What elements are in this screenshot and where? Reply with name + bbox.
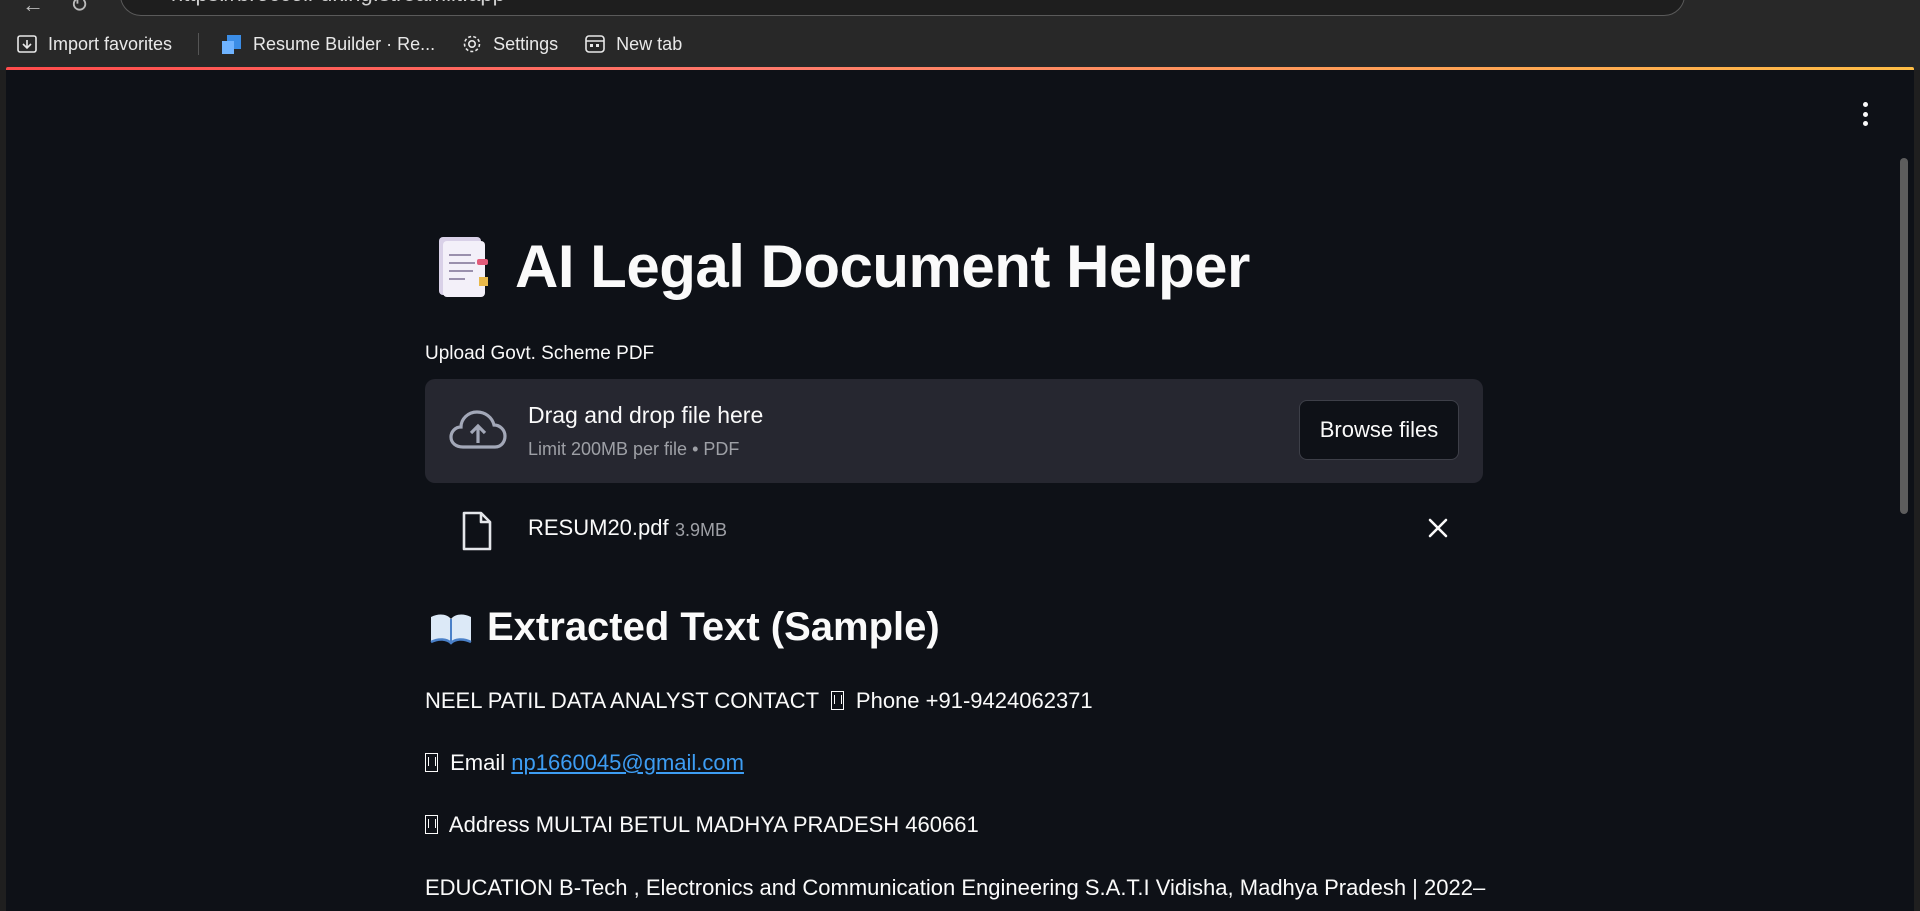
email-label: Email	[450, 750, 506, 775]
extracted-line-contact: NEEL PATIL DATA ANALYST CONTACT Phone +9…	[425, 688, 1093, 714]
bookmark-label: Resume Builder · Re...	[253, 33, 436, 54]
extracted-text-heading: Extracted Text (Sample)	[429, 605, 940, 650]
page-title: AI Legal Document Helper	[437, 232, 1250, 301]
page-title-text: AI Legal Document Helper	[515, 233, 1250, 300]
bookmark-import-favorites[interactable]: Import favorites	[16, 33, 172, 55]
uploaded-file-row: RESUM20.pdf 3.9MB	[425, 501, 1483, 555]
scrollbar-thumb[interactable]	[1900, 158, 1908, 514]
extracted-heading-text: Extracted Text (Sample)	[487, 605, 940, 649]
uploaded-file-name: RESUM20.pdf	[528, 515, 669, 540]
open-book-icon	[430, 614, 472, 645]
bookmark-label: Import favorites	[48, 33, 173, 54]
bookmark-separator	[198, 33, 200, 55]
import-icon	[17, 35, 37, 53]
main-menu-button[interactable]	[1860, 102, 1870, 126]
missing-glyph-icon	[830, 691, 844, 710]
dropzone-title: Drag and drop file here	[528, 402, 764, 428]
extracted-line-education: EDUCATION B-Tech , Electronics and Commu…	[425, 875, 1486, 900]
contact-text: NEEL PATIL DATA ANALYST CONTACT	[425, 688, 819, 713]
missing-glyph-icon	[425, 815, 438, 834]
uploader-label: Upload Govt. Scheme PDF	[425, 343, 655, 364]
address-text: Address MULTAI BETUL MADHYA PRADESH 4606…	[448, 812, 979, 837]
browse-files-button[interactable]: Browse files	[1299, 400, 1459, 460]
missing-glyph-icon	[425, 753, 438, 772]
dot	[1862, 102, 1868, 107]
extracted-line-email: Email np1660045@gmail.com	[425, 750, 744, 776]
email-link[interactable]: np1660045@gmail.com	[511, 750, 744, 775]
dot	[1862, 111, 1868, 117]
cloud-upload-icon	[449, 410, 507, 449]
dot	[1862, 121, 1868, 126]
uploaded-file-size: 3.9MB	[675, 520, 728, 540]
refresh-icon[interactable]: ↻	[70, 0, 88, 18]
content-column: AI Legal Document Helper Upload Govt. Sc…	[425, 0, 1486, 911]
file-dropzone[interactable]: Drag and drop file here Limit 200MB per …	[425, 379, 1483, 483]
extracted-line-address: Address MULTAI BETUL MADHYA PRADESH 4606…	[425, 812, 979, 838]
resume-builder-favicon	[222, 35, 242, 54]
document-icon	[439, 236, 488, 297]
back-arrow-icon[interactable]: ←	[22, 0, 44, 18]
file-icon	[462, 511, 492, 551]
phone-text: Phone +91-9424062371	[855, 688, 1093, 713]
bookmark-resume-builder[interactable]: Resume Builder · Re...	[221, 33, 435, 55]
remove-file-button[interactable]	[1423, 513, 1453, 543]
dropzone-limit: Limit 200MB per file • PDF	[528, 439, 740, 459]
